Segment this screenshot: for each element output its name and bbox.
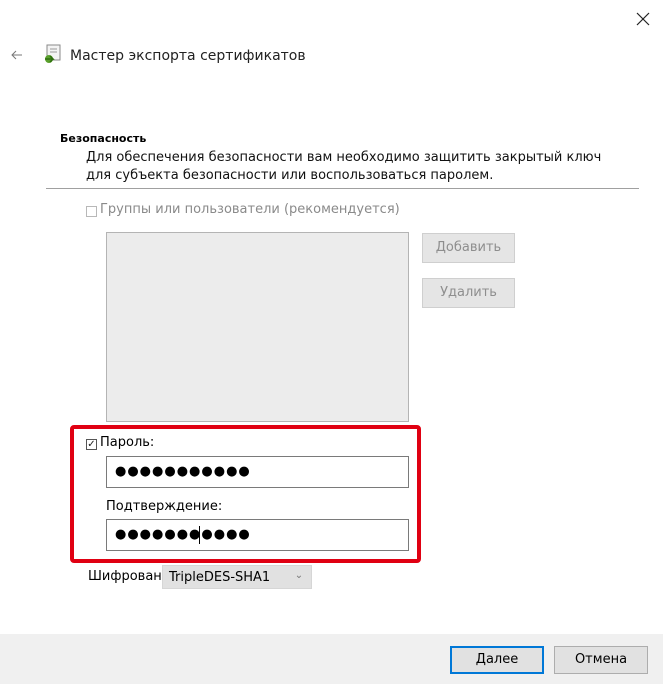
groups-listbox[interactable] bbox=[106, 232, 409, 422]
cancel-button[interactable]: Отмена bbox=[554, 646, 648, 674]
text-caret bbox=[199, 526, 200, 544]
certificate-wizard-icon bbox=[42, 43, 64, 65]
back-arrow-icon bbox=[11, 50, 22, 60]
encryption-label: Шифровани bbox=[88, 569, 162, 584]
confirm-password-field[interactable]: ●●●●●●●●●●● bbox=[106, 519, 409, 551]
encryption-selected-value: TripleDES-SHA1 bbox=[169, 570, 271, 585]
section-title: Безопасность bbox=[60, 132, 147, 145]
next-button[interactable]: Далее bbox=[450, 646, 544, 674]
confirm-label: Подтверждение: bbox=[106, 499, 223, 514]
password-checkbox-label: Пароль: bbox=[100, 435, 155, 450]
groups-checkbox-label: Группы или пользователи (рекомендуется) bbox=[100, 202, 400, 217]
back-button[interactable] bbox=[8, 46, 26, 64]
encryption-select[interactable]: TripleDES-SHA1 ⌄ bbox=[162, 565, 312, 589]
chevron-down-icon: ⌄ bbox=[294, 570, 304, 581]
password-field[interactable]: ●●●●●●●●●●● bbox=[106, 456, 409, 488]
password-value: ●●●●●●●●●●● bbox=[115, 464, 251, 479]
section-description: Для обеспечения безопасности вам необход… bbox=[86, 150, 602, 183]
password-checkbox[interactable]: ✓ bbox=[86, 439, 97, 450]
add-button[interactable]: Добавить bbox=[422, 233, 515, 263]
wizard-title: Мастер экспорта сертификатов bbox=[70, 48, 306, 64]
confirm-password-value: ●●●●●●●●●●● bbox=[115, 527, 251, 542]
close-button[interactable] bbox=[630, 6, 656, 32]
close-icon bbox=[636, 12, 650, 26]
divider bbox=[46, 188, 639, 189]
remove-button[interactable]: Удалить bbox=[422, 278, 515, 308]
groups-checkbox[interactable] bbox=[86, 206, 97, 217]
